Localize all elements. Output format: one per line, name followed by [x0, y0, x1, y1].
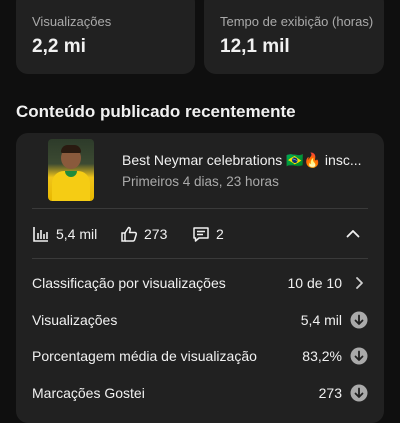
detail-row-label: Porcentagem média de visualização [32, 348, 257, 364]
detail-row-label: Marcações Gostei [32, 385, 145, 401]
bar-chart-icon [33, 227, 48, 242]
arrow-down-circle-icon[interactable] [350, 384, 368, 402]
divider [32, 258, 368, 259]
watch-time-stat-value: 12,1 mil [220, 36, 290, 57]
recent-content-card: Best Neymar celebrations 🇧🇷🔥 insc... Pri… [16, 133, 384, 423]
detail-row-label: Visualizações [32, 312, 118, 328]
detail-row-value: 83,2% [302, 348, 342, 364]
detail-row-views[interactable]: Visualizações 5,4 mil [32, 311, 368, 332]
arrow-down-circle-icon[interactable] [350, 311, 368, 329]
watch-time-stat-label: Tempo de exibição (horas) [220, 14, 374, 29]
watch-time-stat-card[interactable]: Tempo de exibição (horas) 12,1 mil [204, 0, 384, 74]
arrow-down-circle-icon[interactable] [350, 347, 368, 365]
comments-metric-value: 2 [216, 226, 224, 242]
thumbnail-hair-shape [61, 145, 81, 153]
views-stat-value: 2,2 mi [32, 36, 86, 57]
views-metric: 5,4 mil [32, 225, 97, 243]
views-metric-value: 5,4 mil [56, 226, 98, 242]
detail-row-ranking[interactable]: Classificação por visualizações 10 de 10 [32, 275, 368, 295]
thumbs-up-icon [121, 226, 138, 242]
views-stat-label: Visualizações [32, 14, 112, 29]
views-stat-card[interactable]: Visualizações 2,2 mi [16, 0, 195, 74]
video-thumbnail[interactable] [48, 139, 94, 201]
detail-row-likes[interactable]: Marcações Gostei 273 [32, 384, 368, 405]
comment-icon [193, 227, 209, 242]
likes-metric-value: 273 [144, 226, 168, 242]
detail-row-label: Classificação por visualizações [32, 275, 226, 291]
likes-metric: 273 [120, 225, 167, 243]
video-title[interactable]: Best Neymar celebrations 🇧🇷🔥 insc... [122, 152, 372, 169]
chevron-right-icon[interactable] [350, 274, 368, 292]
divider [32, 208, 368, 209]
chevron-up-icon[interactable] [344, 225, 362, 243]
detail-row-value: 10 de 10 [287, 275, 343, 291]
detail-row-value: 5,4 mil [300, 312, 342, 328]
comments-metric: 2 [192, 225, 224, 243]
video-subtitle: Primeiros 4 dias, 23 horas [122, 174, 279, 189]
detail-row-value: 273 [318, 385, 342, 401]
detail-row-avg-view-percentage[interactable]: Porcentagem média de visualização 83,2% [32, 347, 368, 368]
section-title: Conteúdo publicado recentemente [16, 102, 296, 121]
